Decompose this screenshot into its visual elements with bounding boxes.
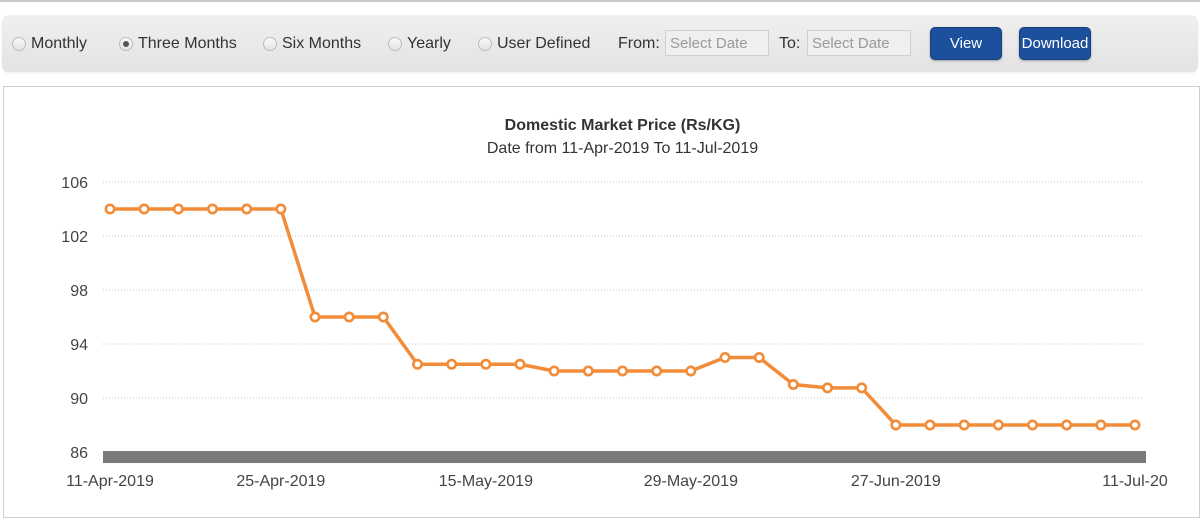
data-point[interactable] [753,351,765,363]
data-point[interactable] [924,419,936,431]
y-tick-label: 86 [70,445,88,462]
data-point[interactable] [1027,419,1039,431]
data-point[interactable] [138,203,150,215]
data-point[interactable] [992,419,1004,431]
data-point[interactable] [616,365,628,377]
data-point[interactable] [377,311,389,323]
data-point[interactable] [309,311,321,323]
y-tick-label: 94 [70,337,88,354]
data-point[interactable] [1061,419,1073,431]
data-point[interactable] [890,419,902,431]
data-point[interactable] [514,358,526,370]
x-tick-label: 27-Jun-2019 [851,473,941,490]
y-tick-label: 90 [70,391,88,408]
data-point[interactable] [343,311,355,323]
data-point[interactable] [1095,419,1107,431]
data-point[interactable] [480,358,492,370]
data-point[interactable] [821,382,833,394]
data-point[interactable] [446,358,458,370]
y-tick-label: 98 [70,283,88,300]
data-point[interactable] [719,351,731,363]
data-point[interactable] [651,365,663,377]
data-point[interactable] [958,419,970,431]
data-point[interactable] [207,203,219,215]
x-axis-bar [103,451,1146,463]
data-point[interactable] [685,365,697,377]
data-point[interactable] [548,365,560,377]
data-point[interactable] [582,365,594,377]
data-point[interactable] [241,203,253,215]
data-point[interactable] [172,203,184,215]
x-tick-label: 11-Jul-20 [1102,473,1168,490]
data-point[interactable] [856,382,868,394]
x-tick-label: 15-May-2019 [439,473,533,490]
data-point[interactable] [104,203,116,215]
data-point[interactable] [1129,419,1141,431]
data-point[interactable] [411,358,423,370]
y-tick-label: 102 [61,229,88,246]
line-chart: 106 102 98 94 90 86 11-Apr-2019 25-Apr-2019 15-… [61,175,1168,490]
data-point[interactable] [275,203,287,215]
x-tick-label: 25-Apr-2019 [236,473,325,490]
series-line [110,207,1135,427]
x-tick-label: 11-Apr-2019 [66,473,154,490]
x-tick-label: 29-May-2019 [644,473,738,490]
data-point[interactable] [787,378,799,390]
y-tick-label: 106 [61,175,88,192]
